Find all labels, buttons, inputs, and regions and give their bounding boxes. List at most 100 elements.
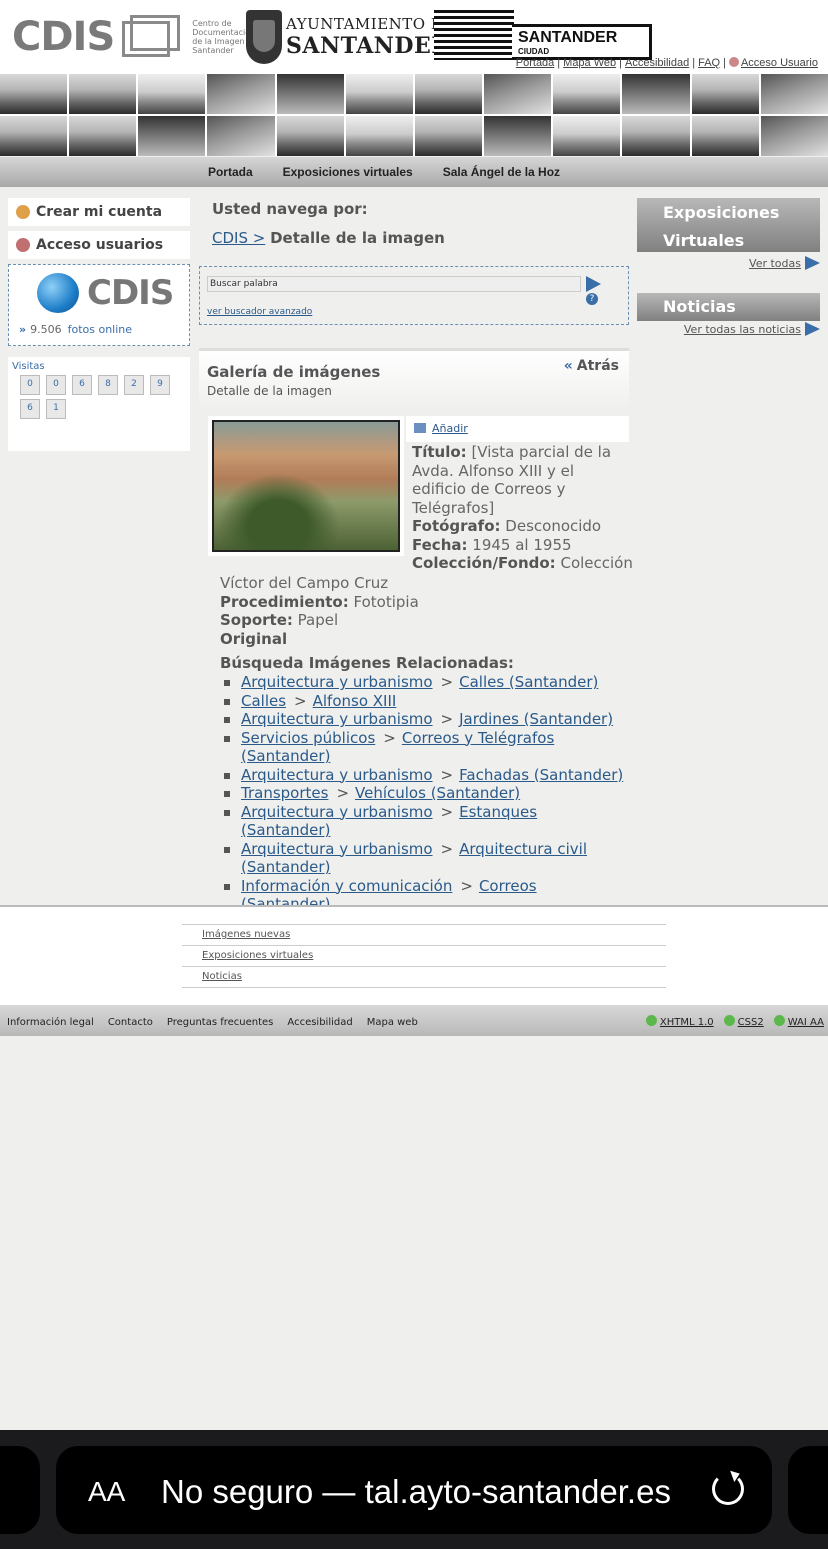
footer-accessibility[interactable]: Accesibilidad bbox=[287, 1017, 352, 1028]
back-button[interactable]: «Atrás bbox=[564, 358, 619, 374]
related-category-link[interactable]: Calles bbox=[241, 692, 286, 710]
advanced-search-link[interactable]: ver buscador avanzado bbox=[207, 307, 312, 317]
visit-digit: 6 bbox=[72, 375, 92, 395]
related-category-link[interactable]: Arquitectura y urbanismo bbox=[241, 840, 433, 858]
footer-links: Imágenes nuevas Exposiciones virtuales N… bbox=[182, 924, 666, 988]
url-text[interactable]: No seguro — tal.ayto-santander.es bbox=[161, 1473, 671, 1511]
strip-photo bbox=[553, 74, 621, 114]
gallery-title: Galería de imágenes bbox=[207, 363, 381, 381]
strip-photo bbox=[484, 116, 552, 156]
virtual-exhibitions-header[interactable]: Exposiciones Virtuales bbox=[637, 198, 820, 252]
wai-badge[interactable]: WAI AA bbox=[788, 1017, 824, 1028]
see-all-exhibitions[interactable]: Ver todas bbox=[749, 256, 820, 270]
next-tab[interactable] bbox=[788, 1446, 828, 1534]
strip-photo bbox=[276, 74, 344, 114]
support-label: Soporte: bbox=[220, 611, 293, 629]
previous-tab[interactable] bbox=[0, 1446, 40, 1534]
related-item: Arquitectura y urbanismo > Jardines (Santa… bbox=[224, 710, 628, 729]
related-category-link[interactable]: Arquitectura y urbanismo bbox=[241, 673, 433, 691]
top-links: Portada | Mapa Web | Accesibilidad | FAQ | Acces… bbox=[515, 57, 818, 69]
css2-badge[interactable]: CSS2 bbox=[738, 1017, 764, 1028]
create-account-button[interactable]: Crear mi cuenta bbox=[8, 198, 190, 226]
collection-value-end: Víctor del Campo Cruz bbox=[220, 574, 389, 592]
related-subcategory-link[interactable]: Alfonso XIII bbox=[313, 692, 397, 710]
top-link-portada[interactable]: Portada bbox=[516, 57, 555, 69]
visit-digit: 8 bbox=[98, 375, 118, 395]
image-metadata: Título: [Vista parcial de la Avda. Alfon… bbox=[412, 443, 633, 573]
see-all-exhibitions-link[interactable]: Ver todas bbox=[749, 257, 801, 270]
related-category-link[interactable]: Servicios públicos bbox=[241, 729, 375, 747]
main-nav: Portada Exposiciones virtuales Sala Ánge… bbox=[0, 157, 828, 187]
gallery-header: Galería de imágenes Detalle de la imagen… bbox=[199, 348, 629, 410]
ayuntamiento-logo[interactable]: AYUNTAMIENTO DE SANTANDER bbox=[246, 10, 455, 64]
see-all-news-link[interactable]: Ver todas las noticias bbox=[684, 323, 801, 336]
search-input[interactable] bbox=[207, 276, 581, 292]
search-submit-icon[interactable] bbox=[586, 276, 601, 292]
reload-icon[interactable] bbox=[712, 1473, 744, 1505]
footer-contact[interactable]: Contacto bbox=[108, 1017, 153, 1028]
strip-photo bbox=[138, 74, 206, 114]
visit-digit: 2 bbox=[124, 375, 144, 395]
visits-title: Visitas bbox=[12, 361, 45, 372]
related-subcategory-link[interactable]: Fachadas (Santander) bbox=[459, 766, 623, 784]
footer-link-virtual-exhibitions[interactable]: Exposiciones virtuales bbox=[202, 950, 313, 961]
news-header[interactable]: Noticias bbox=[637, 293, 820, 321]
top-link-accesibilidad[interactable]: Accesibilidad bbox=[625, 57, 689, 69]
strip-photo bbox=[0, 116, 68, 156]
strip-photo bbox=[691, 74, 759, 114]
footer-sitemap[interactable]: Mapa web bbox=[367, 1017, 418, 1028]
santander-ciudad-logo[interactable]: SANTANDER CIUDAD bbox=[434, 10, 654, 62]
related-item: Arquitectura y urbanismo > Calles (Santand… bbox=[224, 673, 628, 692]
address-bar[interactable]: AA No seguro — tal.ayto-santander.es bbox=[56, 1446, 772, 1534]
related-subcategory-link[interactable]: Calles (Santander) bbox=[459, 673, 598, 691]
image-thumbnail[interactable] bbox=[208, 416, 404, 556]
related-item: Arquitectura y urbanismo > Fachadas (Santa… bbox=[224, 766, 628, 785]
footer-link-new-images[interactable]: Imágenes nuevas bbox=[202, 929, 290, 940]
help-icon[interactable]: ? bbox=[586, 293, 598, 305]
user-access-label: Acceso usuarios bbox=[36, 237, 164, 253]
nav-exposiciones-virtuales[interactable]: Exposiciones virtuales bbox=[283, 165, 413, 179]
nav-portada[interactable]: Portada bbox=[208, 165, 253, 179]
photos-online-link[interactable]: fotos online bbox=[68, 323, 132, 336]
play-arrow-icon bbox=[805, 256, 820, 270]
top-link-acceso-usuario[interactable]: Acceso Usuario bbox=[741, 57, 818, 69]
footer-legal[interactable]: Información legal bbox=[7, 1017, 94, 1028]
xhtml-badge[interactable]: XHTML 1.0 bbox=[660, 1017, 714, 1028]
gallery-subtitle: Detalle de la imagen bbox=[207, 384, 332, 398]
related-category-link[interactable]: Información y comunicación bbox=[241, 877, 452, 895]
reader-settings-button[interactable]: AA bbox=[88, 1476, 125, 1508]
cdis-logo[interactable]: CDIS Centro de Documentación de la Image… bbox=[12, 14, 262, 60]
related-category-link[interactable]: Arquitectura y urbanismo bbox=[241, 766, 433, 784]
title-label: Título: bbox=[412, 443, 467, 461]
strip-photo bbox=[484, 74, 552, 114]
photographer-label: Fotógrafo: bbox=[412, 517, 501, 535]
top-link-faq[interactable]: FAQ bbox=[698, 57, 720, 69]
add-link[interactable]: Añadir bbox=[432, 422, 468, 435]
see-all-news[interactable]: Ver todas las noticias bbox=[684, 322, 820, 336]
related-search-title: Búsqueda Imágenes Relacionadas: bbox=[220, 654, 514, 672]
add-to-collection-icon bbox=[414, 423, 426, 433]
related-category-link[interactable]: Arquitectura y urbanismo bbox=[241, 710, 433, 728]
virtual-exhibitions-title-2: Virtuales bbox=[663, 231, 745, 250]
related-subcategory-link[interactable]: Vehículos (Santander) bbox=[355, 784, 520, 802]
related-subcategory-link[interactable]: Jardines (Santander) bbox=[459, 710, 613, 728]
photo-count: 9.506 bbox=[30, 323, 62, 336]
visit-digit: 9 bbox=[150, 375, 170, 395]
procedure-label: Procedimiento: bbox=[220, 592, 349, 611]
nav-sala-angel-de-la-hoz[interactable]: Sala Ángel de la Hoz bbox=[443, 165, 560, 179]
top-link-mapa-web[interactable]: Mapa Web bbox=[563, 57, 616, 69]
strip-photo bbox=[622, 74, 690, 114]
footer-bar: Información legal Contacto Preguntas fre… bbox=[0, 1005, 828, 1036]
user-access-button[interactable]: Acceso usuarios bbox=[8, 231, 190, 259]
strip-photo bbox=[414, 74, 483, 114]
breadcrumb-home[interactable]: CDIS > bbox=[212, 229, 265, 247]
footer-faq[interactable]: Preguntas frecuentes bbox=[167, 1017, 274, 1028]
related-category-link[interactable]: Transportes bbox=[241, 784, 328, 802]
strip-photo bbox=[760, 74, 828, 114]
related-category-link[interactable]: Arquitectura y urbanismo bbox=[241, 803, 433, 821]
correos-building-photo[interactable] bbox=[212, 420, 400, 552]
strip-photo bbox=[138, 116, 206, 156]
check-icon bbox=[645, 1015, 657, 1026]
footer-link-news[interactable]: Noticias bbox=[202, 971, 242, 982]
news-title: Noticias bbox=[663, 297, 736, 316]
